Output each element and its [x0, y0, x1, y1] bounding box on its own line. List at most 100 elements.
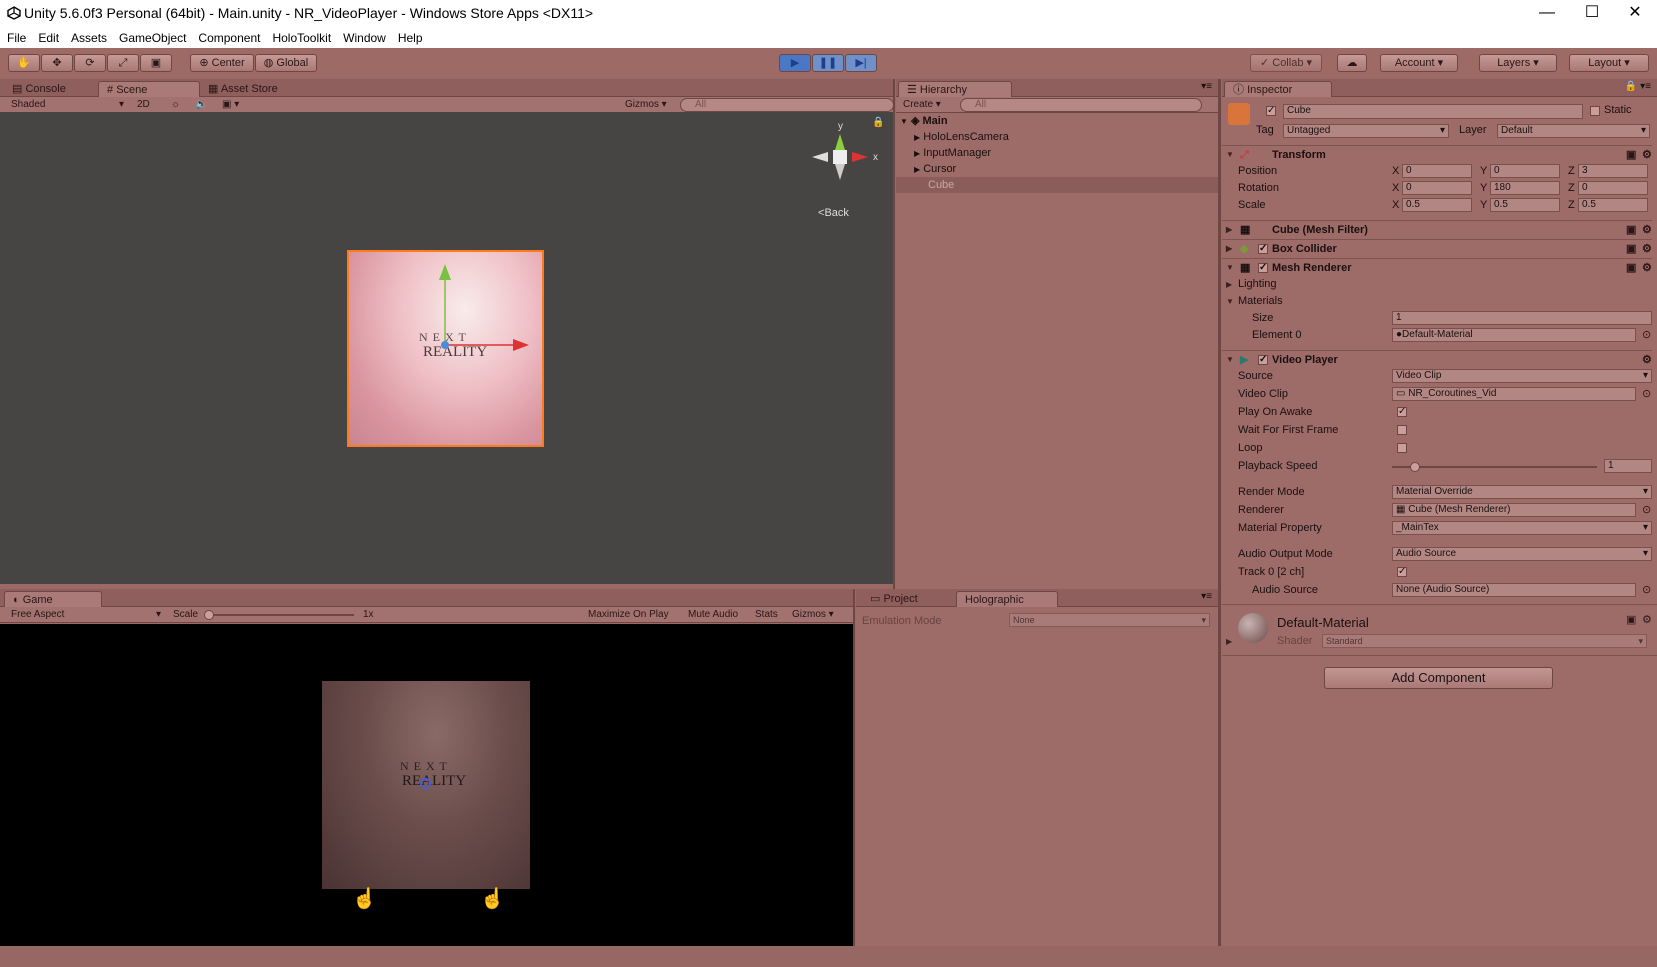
collab-button[interactable]: ✓ Collab ▾	[1250, 54, 1322, 72]
transform-header[interactable]: ▼ ⤢ Transform ▣ ⚙	[1222, 145, 1652, 164]
box-collider-checkbox[interactable]: ✓	[1258, 244, 1268, 254]
panel-menu-icon[interactable]: 🔒 ▾≡	[1625, 81, 1651, 92]
move-handle-gizmo[interactable]	[429, 260, 539, 360]
gear-icon[interactable]: ⚙	[1642, 259, 1652, 277]
track0-checkbox[interactable]: ✓	[1397, 567, 1407, 577]
gear-icon[interactable]: ⚙	[1642, 146, 1652, 164]
rotation-x-field[interactable]: 0	[1402, 181, 1472, 195]
gear-icon[interactable]: ⚙	[1642, 240, 1652, 258]
loop-checkbox[interactable]	[1397, 443, 1407, 453]
menu-holotoolkit[interactable]: HoloToolkit	[272, 28, 331, 48]
splitter[interactable]	[1218, 79, 1221, 946]
gear-icon[interactable]: ⚙	[1642, 351, 1652, 369]
mesh-renderer-header[interactable]: ▼ ▦ ✓ Mesh Renderer ▣ ⚙	[1222, 258, 1652, 277]
menu-window[interactable]: Window	[343, 28, 386, 48]
lock-icon[interactable]: 🔒	[872, 117, 884, 128]
help-icon[interactable]: ▣	[1626, 240, 1636, 258]
effects-toggle-icon[interactable]: ▣ ▾	[219, 98, 239, 112]
tab-holographic[interactable]: Holographic	[956, 591, 1058, 608]
lighting-toggle-icon[interactable]: ☼	[168, 98, 180, 112]
wait-first-frame-checkbox[interactable]	[1397, 425, 1407, 435]
playback-speed-slider[interactable]	[1392, 466, 1597, 468]
materials-size-field[interactable]: 1	[1392, 311, 1652, 325]
pivot-center-button[interactable]: ⊕ Center	[190, 54, 254, 72]
help-icon[interactable]: ▣	[1626, 259, 1636, 277]
emulation-mode-dropdown[interactable]: None ▾	[1009, 613, 1210, 627]
hierarchy-search-input[interactable]: All	[960, 98, 1202, 112]
object-picker-icon[interactable]: ⊙	[1642, 327, 1651, 344]
object-name-field[interactable]: Cube	[1283, 104, 1583, 119]
playback-speed-field[interactable]: 1	[1604, 459, 1652, 473]
menu-assets[interactable]: Assets	[71, 28, 107, 48]
mesh-filter-header[interactable]: ▶ ▦ Cube (Mesh Filter) ▣ ⚙	[1222, 220, 1652, 239]
maximize-on-play-toggle[interactable]: Maximize On Play	[585, 608, 669, 622]
active-checkbox[interactable]: ✓	[1266, 106, 1276, 116]
playback-speed-thumb[interactable]	[1410, 462, 1420, 472]
tab-asset-store[interactable]: ▦ Asset Store	[200, 81, 286, 97]
scale-tool-button[interactable]: ⤢	[107, 54, 139, 72]
element0-field[interactable]: ●Default-Material	[1392, 328, 1636, 342]
help-icon[interactable]: ▣	[1626, 221, 1636, 239]
hand-tool-button[interactable]: ✋	[8, 54, 40, 72]
tab-inspector[interactable]: ⓘ Inspector	[1224, 81, 1332, 98]
scale-slider-thumb[interactable]	[204, 610, 214, 620]
tab-project[interactable]: ▭ Project	[862, 591, 926, 607]
materials-foldout[interactable]: ▼ Materials	[1222, 293, 1652, 310]
rotation-y-field[interactable]: 180	[1490, 181, 1560, 195]
rotation-z-field[interactable]: 0	[1578, 181, 1648, 195]
scale-slider[interactable]	[206, 614, 354, 616]
layers-dropdown[interactable]: Layers ▾	[1479, 54, 1557, 72]
audio-toggle-icon[interactable]: 🔈	[192, 98, 207, 112]
object-picker-icon[interactable]: ⊙	[1642, 502, 1651, 519]
source-dropdown[interactable]: Video Clip ▾	[1392, 369, 1652, 383]
menu-gameobject[interactable]: GameObject	[119, 28, 186, 48]
shading-dropdown[interactable]: Shaded ▾	[8, 98, 126, 112]
tab-scene[interactable]: # Scene	[98, 81, 200, 98]
gizmos-dropdown[interactable]: Gizmos ▾	[622, 98, 673, 112]
move-tool-button[interactable]: ✥	[41, 54, 73, 72]
hierarchy-item[interactable]: ▶ Cursor	[896, 161, 1218, 177]
scene-root-item[interactable]: ▼ ◈ Main	[896, 113, 1218, 129]
tag-dropdown[interactable]: Untagged ▾	[1283, 124, 1449, 138]
global-space-button[interactable]: ◍ Global	[255, 54, 317, 72]
hierarchy-item[interactable]: ▶ HoloLensCamera	[896, 129, 1218, 145]
help-icon[interactable]: ▣	[1626, 146, 1636, 164]
renderer-field[interactable]: ▦ Cube (Mesh Renderer)	[1392, 503, 1636, 517]
scale-y-field[interactable]: 0.5	[1490, 198, 1560, 212]
hierarchy-item[interactable]: ▶ InputManager	[896, 145, 1218, 161]
lighting-foldout[interactable]: ▶ Lighting	[1222, 276, 1652, 293]
static-checkbox[interactable]	[1590, 106, 1600, 116]
tab-hierarchy[interactable]: ☰ Hierarchy	[898, 81, 1012, 98]
mute-audio-toggle[interactable]: Mute Audio	[685, 608, 738, 622]
orientation-gizmo[interactable]	[800, 120, 880, 205]
render-mode-dropdown[interactable]: Material Override ▾	[1392, 485, 1652, 499]
menu-component[interactable]: Component	[198, 28, 260, 48]
menu-file[interactable]: File	[7, 28, 26, 48]
aspect-dropdown[interactable]: Free Aspect ▾	[8, 608, 163, 622]
object-picker-icon[interactable]: ⊙	[1642, 582, 1651, 599]
maximize-button[interactable]: ☐	[1570, 0, 1614, 28]
position-y-field[interactable]: 0	[1490, 164, 1560, 178]
scale-z-field[interactable]: 0.5	[1578, 198, 1648, 212]
scale-x-field[interactable]: 0.5	[1402, 198, 1472, 212]
close-button[interactable]: ✕	[1613, 0, 1657, 28]
2d-toggle[interactable]: 2D	[134, 98, 155, 112]
cloud-button[interactable]: ☁	[1337, 54, 1367, 72]
panel-menu-icon[interactable]: ▾≡	[1201, 591, 1212, 602]
splitter[interactable]	[853, 589, 855, 946]
scene-search-input[interactable]: All	[680, 98, 894, 112]
scene-view[interactable]: y x 🔒 <Back N E X T REALITY	[0, 112, 893, 584]
create-dropdown[interactable]: Create ▾	[900, 98, 953, 112]
menu-edit[interactable]: Edit	[38, 28, 59, 48]
game-view[interactable]: N E X T REALITY ☝ ☝	[0, 624, 853, 946]
video-player-checkbox[interactable]: ✓	[1258, 355, 1268, 365]
layout-dropdown[interactable]: Layout ▾	[1569, 54, 1649, 72]
minimize-button[interactable]: —	[1525, 0, 1569, 28]
play-button[interactable]: ▶	[779, 54, 811, 72]
mesh-renderer-checkbox[interactable]: ✓	[1258, 263, 1268, 273]
layer-dropdown[interactable]: Default ▾	[1497, 124, 1650, 138]
hierarchy-item-selected[interactable]: Cube	[896, 177, 1218, 193]
help-icon[interactable]: ▣	[1626, 613, 1636, 626]
tab-console[interactable]: ▤ Console	[4, 81, 74, 97]
rect-tool-button[interactable]: ▣	[140, 54, 172, 72]
